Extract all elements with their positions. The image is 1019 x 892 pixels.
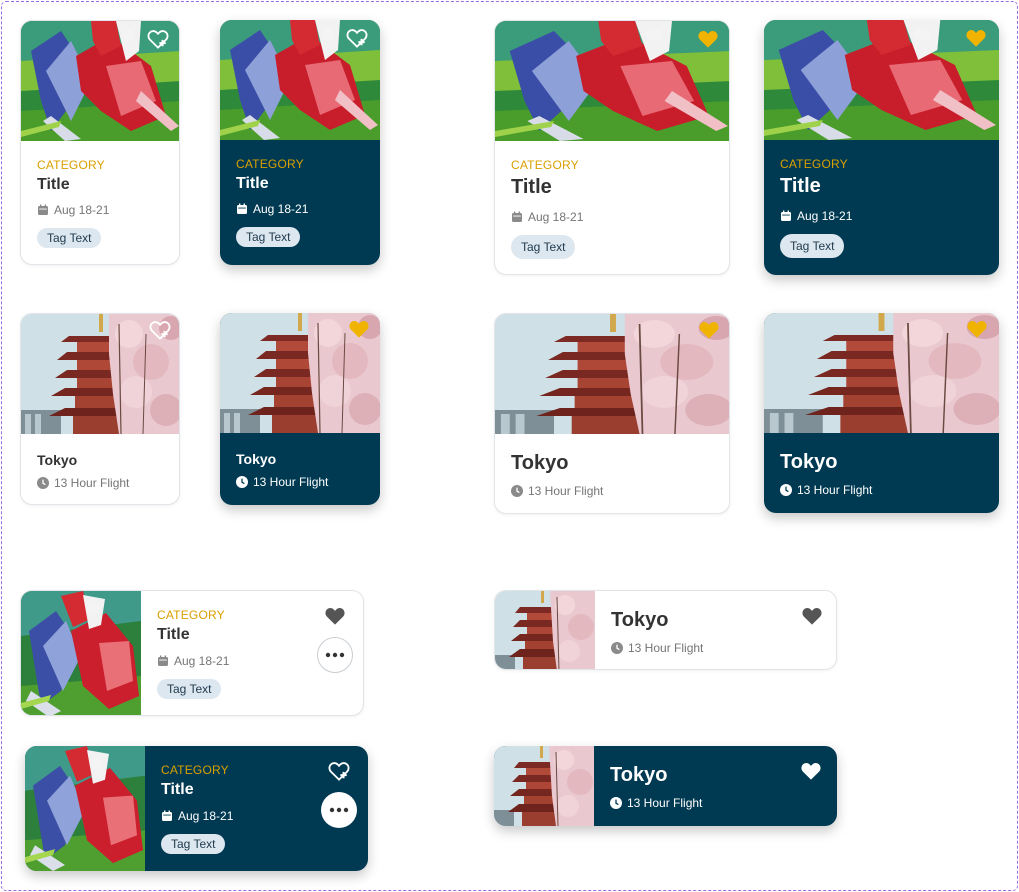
destination-duration-text: 13 Hour Flight xyxy=(253,475,329,489)
destination-title: Tokyo xyxy=(511,452,569,474)
event-tag[interactable]: Tag Text xyxy=(161,834,226,854)
clock-icon xyxy=(611,642,623,654)
event-date-text: Aug 18-21 xyxy=(178,809,234,823)
event-title: Title xyxy=(37,176,70,193)
event-title: Title xyxy=(511,176,552,198)
event-date-text: Aug 18-21 xyxy=(253,202,309,216)
heart-plus-outline-icon[interactable] xyxy=(346,28,368,48)
destination-image xyxy=(495,314,729,434)
event-image xyxy=(21,591,141,715)
event-category: CATEGORY xyxy=(511,158,579,172)
destination-duration: 13 Hour Flight xyxy=(611,641,703,655)
event-category: CATEGORY xyxy=(157,608,225,622)
event-date-text: Aug 18-21 xyxy=(54,203,110,217)
destination-title: Tokyo xyxy=(37,452,78,468)
heart-filled-gold-icon[interactable] xyxy=(965,28,987,48)
event-date-text: Aug 18-21 xyxy=(174,654,230,668)
destination-card-large-dark[interactable]: Tokyo 13 Hour Flight xyxy=(764,313,999,513)
event-card-large-dark[interactable]: CATEGORY Title Aug 18-21 Tag Text xyxy=(764,20,999,275)
destination-card-small-dark[interactable]: Tokyo 13 Hour Flight xyxy=(220,313,380,505)
destination-card-horizontal-light[interactable]: Tokyo 13 Hour Flight xyxy=(494,590,837,670)
calendar-icon xyxy=(162,810,172,821)
destination-card-small-light[interactable]: Tokyo 13 Hour Flight xyxy=(20,313,180,505)
heart-plus-outline-icon[interactable] xyxy=(149,320,171,340)
event-title: Title xyxy=(780,175,821,197)
event-tag[interactable]: Tag Text xyxy=(511,235,576,259)
destination-duration-text: 13 Hour Flight xyxy=(54,476,130,490)
event-card-horizontal-light[interactable]: CATEGORY Title Aug 18-21 Tag Text xyxy=(20,590,364,716)
ellipsis-icon xyxy=(329,807,349,813)
event-title: Title xyxy=(161,781,194,798)
event-date: Aug 18-21 xyxy=(780,209,852,223)
heart-filled-gold-icon[interactable] xyxy=(698,320,720,340)
event-title: Title xyxy=(236,175,269,192)
event-category: CATEGORY xyxy=(37,158,105,172)
event-category: CATEGORY xyxy=(780,157,848,171)
clock-icon xyxy=(37,477,49,489)
destination-card-large-light[interactable]: Tokyo 13 Hour Flight xyxy=(494,313,730,514)
event-image xyxy=(25,746,145,871)
calendar-icon xyxy=(512,211,522,222)
destination-duration: 13 Hour Flight xyxy=(610,796,702,810)
event-image xyxy=(764,20,999,140)
ellipsis-icon xyxy=(325,652,345,658)
event-date: Aug 18-21 xyxy=(236,202,308,216)
event-tag[interactable]: Tag Text xyxy=(780,234,845,258)
event-tag[interactable]: Tag Text xyxy=(37,228,102,248)
destination-duration-text: 13 Hour Flight xyxy=(627,796,703,810)
more-options-button[interactable] xyxy=(317,637,353,673)
destination-title: Tokyo xyxy=(236,451,277,467)
destination-title: Tokyo xyxy=(610,764,668,786)
event-tag[interactable]: Tag Text xyxy=(236,227,301,247)
destination-duration: 13 Hour Flight xyxy=(37,476,129,490)
clock-icon xyxy=(511,485,523,497)
destination-duration: 13 Hour Flight xyxy=(780,483,872,497)
event-tag[interactable]: Tag Text xyxy=(157,679,222,699)
calendar-icon xyxy=(158,655,168,666)
heart-filled-gold-icon[interactable] xyxy=(966,319,988,339)
destination-duration: 13 Hour Flight xyxy=(236,475,328,489)
destination-image xyxy=(494,746,594,826)
event-date: Aug 18-21 xyxy=(161,809,233,823)
calendar-icon xyxy=(237,203,247,214)
event-image xyxy=(495,21,729,141)
calendar-icon xyxy=(38,204,48,215)
event-date: Aug 18-21 xyxy=(511,210,583,224)
heart-filled-white-icon[interactable] xyxy=(800,761,822,781)
event-card-horizontal-dark[interactable]: CATEGORY Title Aug 18-21 Tag Text xyxy=(25,746,368,871)
destination-duration: 13 Hour Flight xyxy=(511,484,603,498)
destination-duration-text: 13 Hour Flight xyxy=(797,483,873,497)
clock-icon xyxy=(780,484,792,496)
heart-plus-outline-icon[interactable] xyxy=(147,29,169,49)
event-card-small-light[interactable]: CATEGORY Title Aug 18-21 Tag Text xyxy=(20,20,180,265)
event-date-text: Aug 18-21 xyxy=(797,209,853,223)
heart-filled-gold-icon[interactable] xyxy=(348,319,370,339)
destination-title: Tokyo xyxy=(780,451,838,473)
event-card-large-light[interactable]: CATEGORY Title Aug 18-21 Tag Text xyxy=(494,20,730,275)
destination-duration-text: 13 Hour Flight xyxy=(628,641,704,655)
destination-image xyxy=(495,591,595,669)
destination-image xyxy=(764,313,999,433)
event-date: Aug 18-21 xyxy=(37,203,109,217)
event-date-text: Aug 18-21 xyxy=(528,210,584,224)
heart-filled-gray-icon[interactable] xyxy=(324,606,346,626)
event-title: Title xyxy=(157,626,190,643)
heart-plus-outline-icon[interactable] xyxy=(328,761,350,781)
event-category: CATEGORY xyxy=(236,157,304,171)
clock-icon xyxy=(610,797,622,809)
event-card-small-dark[interactable]: CATEGORY Title Aug 18-21 Tag Text xyxy=(220,20,380,265)
destination-title: Tokyo xyxy=(611,609,669,631)
event-category: CATEGORY xyxy=(161,763,229,777)
heart-filled-gold-icon[interactable] xyxy=(697,29,719,49)
calendar-icon xyxy=(781,210,791,221)
heart-filled-gray-icon[interactable] xyxy=(801,606,823,626)
destination-card-horizontal-dark[interactable]: Tokyo 13 Hour Flight xyxy=(494,746,837,826)
event-date: Aug 18-21 xyxy=(157,654,229,668)
more-options-button[interactable] xyxy=(321,792,357,828)
destination-duration-text: 13 Hour Flight xyxy=(528,484,604,498)
clock-icon xyxy=(236,476,248,488)
